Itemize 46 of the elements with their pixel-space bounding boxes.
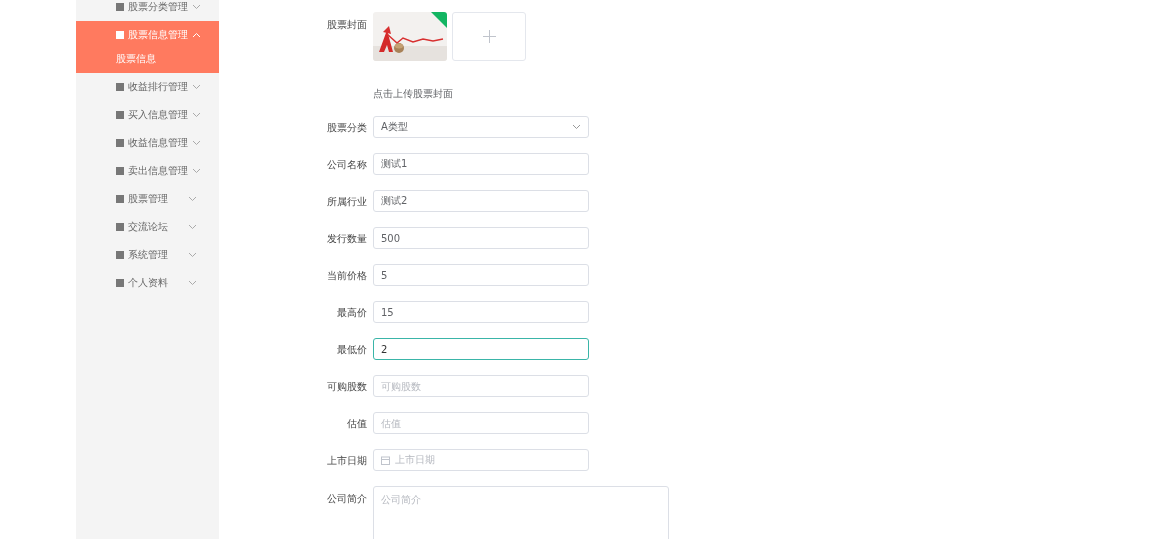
menu-icon (116, 31, 124, 39)
menu-icon (116, 139, 124, 147)
menu-item[interactable]: 交流论坛 (76, 213, 219, 241)
menu-item[interactable]: 股票管理 (76, 185, 219, 213)
menu-item[interactable]: 收益信息管理 (76, 129, 219, 157)
menu-item[interactable]: 股票分类管理 (76, 0, 219, 21)
menu-item[interactable]: 个人资料 (76, 269, 219, 297)
input-field[interactable]: 2 (373, 338, 589, 360)
field-label: 最高价 (336, 306, 367, 320)
field-label: 最低价 (336, 343, 367, 357)
field-label: 当前价格 (326, 269, 367, 283)
select-field[interactable]: A类型 (373, 116, 589, 138)
field-label: 公司简介 (326, 492, 367, 506)
menu-item[interactable]: 买入信息管理 (76, 101, 219, 129)
field-label: 股票分类 (326, 121, 367, 135)
upload-button[interactable] (452, 12, 526, 61)
input-field[interactable]: 可购股数 (373, 375, 589, 397)
menu-icon (116, 195, 124, 203)
field-label: 上市日期 (326, 454, 367, 468)
field-label: 发行数量 (326, 232, 367, 246)
menu-icon (116, 3, 124, 11)
menu-icon (116, 223, 124, 231)
menu-icon (116, 279, 124, 287)
plus-icon (482, 30, 496, 43)
textarea-field[interactable]: 公司简介 (373, 486, 669, 539)
menu-item[interactable]: 收益排行管理 (76, 73, 219, 101)
field-label: 可购股数 (326, 380, 367, 394)
field-label: 所属行业 (326, 195, 367, 209)
field-label: 估值 (346, 417, 367, 431)
input-field[interactable]: 估值 (373, 412, 589, 434)
menu-icon (116, 111, 124, 119)
chevron-icon (572, 124, 581, 130)
input-field[interactable]: 测试2 (373, 190, 589, 212)
input-field[interactable]: 测试1 (373, 153, 589, 175)
menu-icon (116, 83, 124, 91)
menu-item[interactable]: 系统管理 (76, 241, 219, 269)
calendar-icon (381, 455, 390, 465)
field-label: 公司名称 (326, 158, 367, 172)
field-label: 股票封面 (326, 18, 367, 32)
menu-icon (116, 251, 124, 259)
upload-hint: 点击上传股票封面 (373, 88, 453, 99)
menu-item[interactable]: 卖出信息管理 (76, 157, 219, 185)
input-field[interactable]: 15 (373, 301, 589, 323)
input-field[interactable]: 500 (373, 227, 589, 249)
menu-icon (116, 167, 124, 175)
input-field[interactable]: 5 (373, 264, 589, 286)
